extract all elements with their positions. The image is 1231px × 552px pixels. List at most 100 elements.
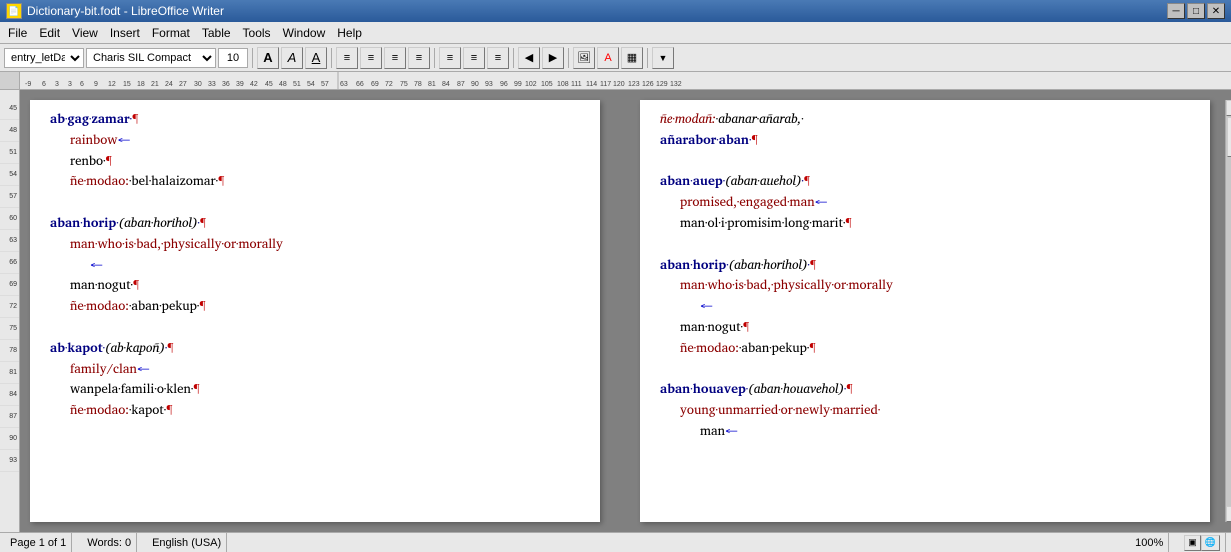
font-selector[interactable]: Charis SIL Compact [86,48,216,68]
font-bold-button[interactable]: A [257,47,279,69]
entry-ab-gag-zamar: ab·gag·zamar·¶ rainbow← renbo·¶ ñe·modao… [50,108,580,191]
entry-head-r3: aban·houavep· [660,377,748,399]
svg-text:33: 33 [208,81,216,88]
align-right-button[interactable]: ≡ [384,47,406,69]
app-icon: 📄 [6,3,22,19]
toolbar-separator-6 [647,48,648,68]
status-view-buttons[interactable]: ▣ 🌐 [1179,533,1226,552]
svg-text:39: 39 [236,81,244,88]
cont-head: añarabor·aban· [660,128,751,150]
highlight-button[interactable]: ▦ [621,47,643,69]
ruler-mark-66: 66 [0,252,19,274]
align-center-button[interactable]: ≡ [360,47,382,69]
ruler-mark-60: 60 [0,208,19,230]
view-normal-button[interactable]: ▣ [1184,535,1201,551]
para-mark-8: ¶ [193,377,199,399]
font-underline-button[interactable]: A [305,47,327,69]
ruler-mark-45: 45 [0,98,19,120]
ruler-mark-90: 90 [0,428,19,450]
svg-text:3: 3 [55,81,59,88]
svg-text:102: 102 [525,81,537,88]
svg-text:84: 84 [442,81,450,88]
svg-text:87: 87 [457,81,465,88]
ret-1: ← [117,128,130,150]
svg-text:90: 90 [471,81,479,88]
toolbar: entry_letData_dicBody Charis SIL Compact… [0,44,1231,72]
para-mark-r6: ¶ [809,336,815,358]
svg-text:27: 27 [179,81,187,88]
ruler-container: -9 6 3 3 6 9 12 15 18 21 24 27 30 33 36 … [0,72,1231,90]
svg-text:-9: -9 [25,81,31,88]
menu-tools[interactable]: Tools [237,24,277,42]
entry-italic-2: (aban·horihol) [119,211,198,233]
svg-text:12: 12 [108,81,116,88]
window-controls[interactable]: ─ □ ✕ [1167,3,1225,19]
insert-image-button[interactable]: 🖼 [573,47,595,69]
prefix-ñemodañ: ñe·modañ: [660,107,716,129]
def-man-who-2: man·who·is·bad,·physically·or·morally [660,274,893,295]
font-color-button[interactable]: A [597,47,619,69]
list-unordered-button[interactable]: ≡ [439,47,461,69]
vertical-scrollbar[interactable]: ▲ ▼ [1225,100,1231,522]
style-selector[interactable]: entry_letData_dicBody [4,48,84,68]
right-page[interactable]: ñe·modañ:·abanar·añarab,· añarabor·aban·… [640,100,1210,522]
menu-format[interactable]: Format [146,24,196,42]
font-size-input[interactable] [218,48,248,68]
ruler-mark-51: 51 [0,142,19,164]
language-text: English (USA) [152,537,221,549]
left-page[interactable]: ab·gag·zamar·¶ rainbow← renbo·¶ ñe·modao… [30,100,600,522]
svg-text:21: 21 [151,81,159,88]
view-web-button[interactable]: 🌐 [1201,535,1220,551]
para-mark-7: ¶ [167,336,173,358]
menu-help[interactable]: Help [331,24,368,42]
svg-text:108: 108 [557,81,569,88]
svg-text:15: 15 [123,81,131,88]
maximize-button[interactable]: □ [1187,3,1205,19]
scroll-thumb[interactable] [1227,117,1231,157]
toolbar-separator-4 [513,48,514,68]
svg-text:51: 51 [293,81,301,88]
ruler-mark-69: 69 [0,274,19,296]
menu-insert[interactable]: Insert [104,24,146,42]
def-ñemodao-kapot: ñe·modao:·kapot· [50,399,166,420]
entry-continuation: ñe·modañ:·abanar·añarab,· añarabor·aban·… [660,108,1190,150]
list-ordered-button[interactable]: ≡ [463,47,485,69]
close-button[interactable]: ✕ [1207,3,1225,19]
menu-file[interactable]: File [2,24,33,42]
menu-view[interactable]: View [66,24,104,42]
scroll-down-button[interactable]: ▼ [1226,506,1231,522]
next-page-button[interactable]: ▶ [542,47,564,69]
pages-area[interactable]: ab·gag·zamar·¶ rainbow← renbo·¶ ñe·modao… [20,90,1231,532]
para-mark-r2: ¶ [804,169,810,191]
menu-edit[interactable]: Edit [33,24,66,42]
svg-text:93: 93 [485,81,493,88]
entry-aban-horip-left: aban·horip·(aban·horihol)·¶ man·who·is·b… [50,212,580,316]
entry-aban-auep: aban·auep·(aban·auehol)·¶ promised,·enga… [660,170,1190,232]
svg-text:24: 24 [165,81,173,88]
font-italic-button[interactable]: A [281,47,303,69]
para-mark-1: ¶ [132,107,138,129]
ruler-mark-57: 57 [0,186,19,208]
def-ñemodao-aban-pekup-2: ñe·modao:·aban·pekup· [660,337,809,358]
para-mark-9: ¶ [166,398,172,420]
minimize-button[interactable]: ─ [1167,3,1185,19]
menu-table[interactable]: Table [196,24,237,42]
scroll-up-button[interactable]: ▲ [1226,100,1231,116]
svg-text:114: 114 [586,81,597,88]
indent-decrease-button[interactable]: ≡ [487,47,509,69]
scroll-track[interactable] [1226,116,1231,506]
window-title: Dictionary-bit.fodt - LibreOffice Writer [27,4,224,18]
ruler-mark-93: 93 [0,450,19,472]
ruler-mark-54: 54 [0,164,19,186]
ruler-mark-84: 84 [0,384,19,406]
more-button[interactable]: ▼ [652,47,674,69]
zoom-level: 100% [1135,537,1163,549]
svg-text:81: 81 [428,81,436,88]
status-zoom: 100% [1130,533,1169,552]
entry-head-2: aban·horip· [50,211,119,233]
prev-page-button[interactable]: ◀ [518,47,540,69]
para-mark-5: ¶ [133,273,139,295]
menu-window[interactable]: Window [277,24,332,42]
align-justify-button[interactable]: ≡ [408,47,430,69]
align-left-button[interactable]: ≡ [336,47,358,69]
